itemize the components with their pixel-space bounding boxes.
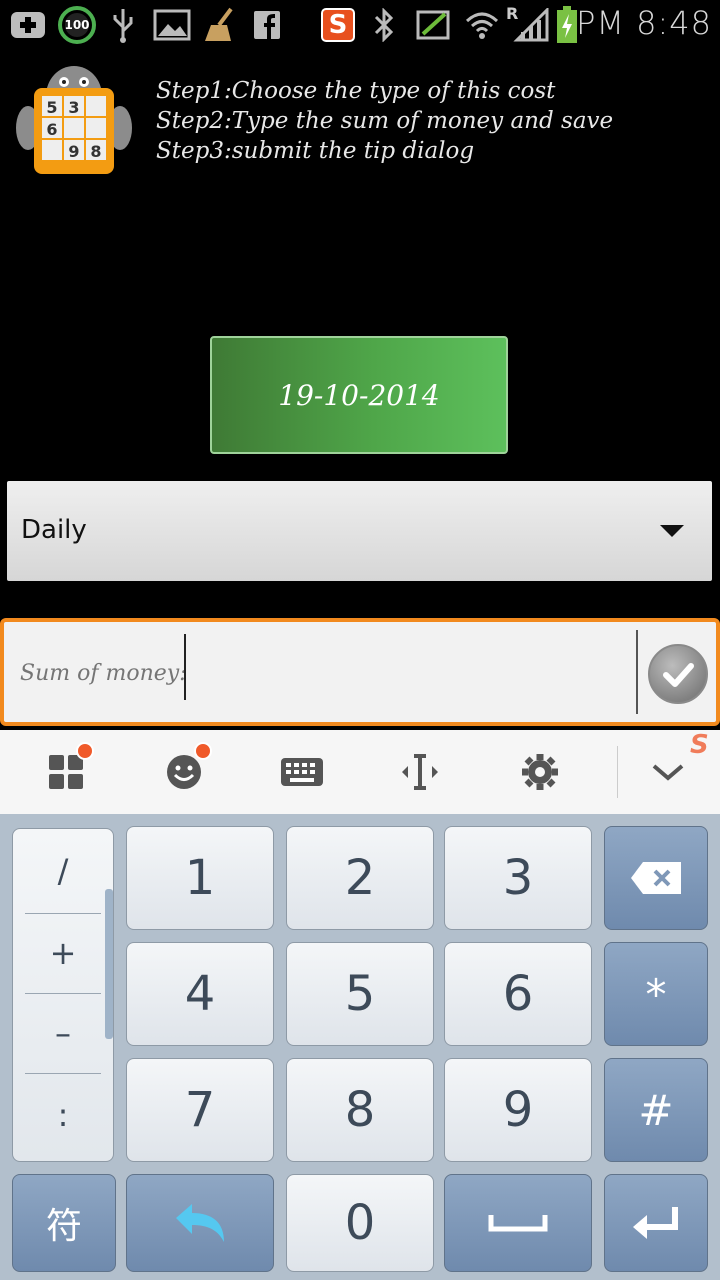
symbol-key-colon[interactable]: : [13,1075,113,1155]
symbol-key-plus[interactable]: + [13,913,113,993]
notification-dot [76,742,94,760]
enter-key[interactable] [604,1174,708,1272]
apps-grid-icon[interactable] [38,742,94,800]
cleaner-icon [200,6,240,44]
input-divider [636,630,638,714]
plus-icon [8,6,48,44]
symbol-divider [25,1073,101,1074]
symbol-key-slash[interactable]: / [13,831,113,911]
step-3: Step3:submit the tip dialog [156,138,475,164]
app-icon-digit: 6 [46,120,57,139]
emoji-icon[interactable] [156,742,212,800]
hash-key[interactable]: # [604,1058,708,1162]
star-key[interactable]: * [604,942,708,1046]
key-2[interactable]: 2 [286,826,434,930]
sogou-badge: S [321,8,355,42]
signal-icon: R [506,4,550,44]
undo-icon [176,1204,224,1242]
numeric-keyboard: / + – : 1 2 3 4 5 6 * 7 8 9 # 符 0 [0,814,720,1280]
symbol-switch-key[interactable]: 符 [12,1174,116,1272]
symbol-scrollbar[interactable] [105,889,113,1039]
notification-dot [194,742,212,760]
sogou-icon: S [318,6,358,44]
symbol-panel: / + – : [12,828,114,1162]
key-8[interactable]: 8 [286,1058,434,1162]
period-spinner[interactable]: Daily [7,481,712,581]
toolbar-divider [617,746,618,798]
key-0[interactable]: 0 [286,1174,434,1272]
date-label: 19-10-2014 [278,378,440,412]
gallery-icon [152,6,192,44]
cursor-move-icon[interactable] [392,744,448,800]
key-3[interactable]: 3 [444,826,592,930]
symbol-key-minus[interactable]: – [13,993,113,1073]
enter-icon [633,1207,678,1239]
app-icon-digit: 9 [68,142,79,161]
collapse-chevron-icon[interactable] [640,744,696,800]
battery-saver-icon: 100 [56,6,98,44]
app-icon-digit: 8 [90,142,101,161]
backspace-icon [631,862,681,894]
no-sim-icon [414,6,454,44]
clock: PM 8:48 [576,4,712,42]
usb-icon [108,6,138,44]
money-input-row [0,618,720,726]
save-check-button[interactable] [648,644,708,704]
bluetooth-icon [370,6,398,44]
backspace-key[interactable] [604,826,708,930]
keyboard-toolbar: S [0,730,720,815]
roaming-label: R [506,4,519,23]
battery-badge: 100 [64,18,90,32]
settings-gear-icon[interactable] [512,744,568,800]
dropdown-arrow-icon [660,525,684,537]
facebook-icon [252,6,282,44]
instructions: Step1:Choose the type of this cost Step2… [156,76,613,166]
key-5[interactable]: 5 [286,942,434,1046]
space-key[interactable] [444,1174,592,1272]
sogou-brand-badge: S [690,730,709,760]
undo-key[interactable] [126,1174,274,1272]
spinner-selected-value: Daily [21,515,87,545]
key-9[interactable]: 9 [444,1058,592,1162]
date-button[interactable]: 19-10-2014 [210,336,508,454]
app-icon-digit: 5 [46,98,57,117]
key-4[interactable]: 4 [126,942,274,1046]
wifi-icon [462,6,502,44]
space-icon [488,1215,548,1232]
key-1[interactable]: 1 [126,826,274,930]
status-bar: 100 S R PM 8:48 [0,0,720,50]
app-icon-digit: 3 [68,98,79,117]
step-1: Step1:Choose the type of this cost [156,78,556,104]
checkmark-icon [663,663,694,687]
text-cursor [184,634,186,700]
key-6[interactable]: 6 [444,942,592,1046]
keyboard-icon[interactable] [274,744,330,800]
sudoku-robot-icon: 5 3 6 9 8 [12,58,136,182]
sum-of-money-input[interactable] [18,644,622,702]
step-2: Step2:Type the sum of money and save [156,108,614,134]
key-7[interactable]: 7 [126,1058,274,1162]
